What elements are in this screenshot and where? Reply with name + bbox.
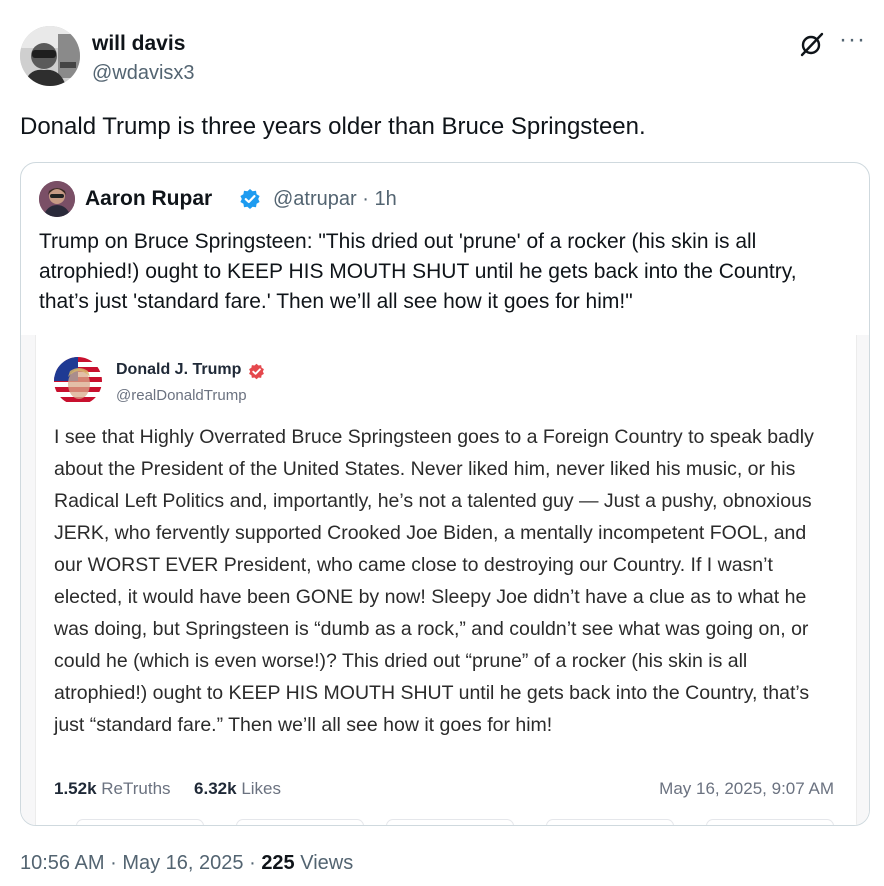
truth-action-button [236, 819, 364, 825]
likes-count: 6.32k [194, 779, 237, 798]
tweet-meta: 10:56 AM · May 16, 2025 · 225 Views [20, 852, 353, 875]
truth-action-bar [54, 819, 844, 825]
quoted-tweet-text: Trump on Bruce Springsteen: "This dried … [39, 230, 797, 313]
truth-action-button [386, 819, 514, 825]
truth-author-avatar [54, 357, 102, 405]
retruths-count: 1.52k [54, 779, 97, 798]
author-avatar-image [20, 26, 80, 86]
quoted-author-avatar[interactable] [39, 181, 75, 217]
tweet-time[interactable]: 10:56 AM [20, 852, 105, 874]
author-name[interactable]: will davis [92, 32, 185, 56]
author-handle[interactable]: @wdavisx3 [92, 62, 195, 85]
quoted-author-name[interactable]: Aaron Rupar [85, 187, 212, 211]
retruths-label: ReTruths [101, 779, 171, 798]
quoted-tweet-age[interactable]: 1h [374, 188, 396, 210]
truth-post-stats: 1.52k ReTruths 6.32k Likes [54, 779, 281, 799]
author-avatar[interactable] [20, 26, 80, 86]
truth-author-name: Donald J. Trump [116, 361, 242, 378]
verified-badge-icon [239, 188, 261, 210]
truth-post-body: I see that Highly Overrated Bruce Spring… [54, 426, 814, 736]
quoted-tweet-header: Aaron Rupar @atrupar · 1h [39, 181, 839, 217]
meta-separator: · [110, 852, 117, 874]
more-icon[interactable]: ··· [839, 28, 866, 52]
quoted-tweet-media[interactable]: Donald J. Trump @realDonaldTrump I see t… [21, 335, 869, 825]
quoted-tweet[interactable]: Aaron Rupar @atrupar · 1h Trump on Bruce… [20, 162, 870, 826]
quoted-author-handle[interactable]: @atrupar [273, 188, 357, 210]
views-label: Views [300, 852, 354, 874]
truth-author-avatar-image [54, 357, 102, 405]
meta-separator: · [249, 852, 256, 874]
truth-action-button [706, 819, 834, 825]
truth-action-button [76, 819, 204, 825]
truth-author-handle: @realDonaldTrump [116, 387, 247, 404]
grok-icon[interactable] [798, 30, 826, 58]
truth-verified-badge-icon [248, 363, 265, 380]
truth-post-card: Donald J. Trump @realDonaldTrump I see t… [35, 335, 857, 825]
truth-action-button [546, 819, 674, 825]
quoted-author-meta: @atrupar · 1h [273, 188, 397, 211]
tweet-header: will davis @wdavisx3 ··· [20, 26, 870, 88]
tweet-date[interactable]: May 16, 2025 [122, 852, 243, 874]
quoted-author-avatar-image [39, 181, 75, 217]
meta-separator: · [362, 188, 369, 210]
tweet-text: Donald Trump is three years older than B… [20, 113, 646, 140]
views-count: 225 [261, 852, 295, 874]
likes-label: Likes [241, 779, 281, 798]
truth-post-timestamp: May 16, 2025, 9:07 AM [659, 779, 834, 798]
